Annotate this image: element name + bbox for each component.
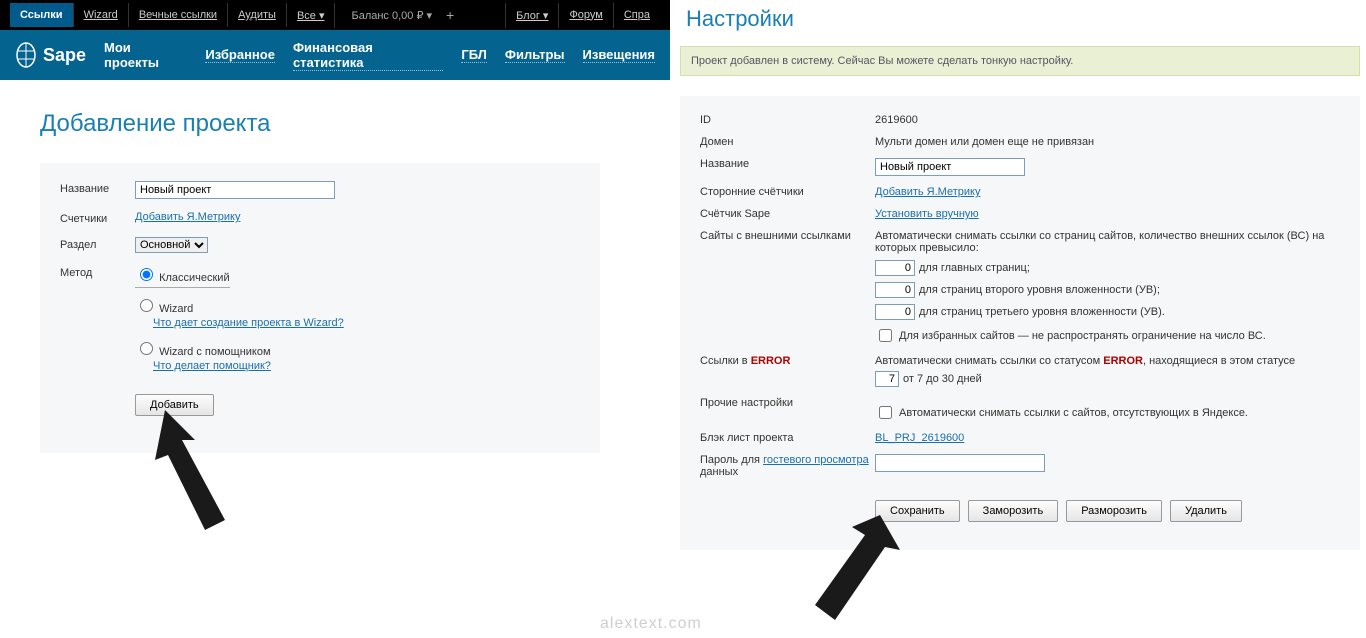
label-sape-counter: Счётчик Sape (700, 208, 875, 220)
label-ext-counters: Сторонние счётчики (700, 186, 875, 198)
label-domain: Домен (700, 136, 875, 148)
label-section: Раздел (60, 237, 135, 251)
balance-display[interactable]: Баланс 0,00 ₽ ▾ (343, 9, 440, 22)
label-id: ID (700, 114, 875, 126)
project-name-input[interactable] (135, 181, 335, 199)
label-method: Метод (60, 265, 135, 279)
label-error: Ссылки в ERROR (700, 355, 875, 367)
delete-button[interactable]: Удалить (1170, 500, 1242, 522)
ext-main-label: для главных страниц; (919, 262, 1030, 274)
radio-classic[interactable]: Классический (135, 265, 230, 284)
ext-fav-label: Для избранных сайтов — не распространять… (899, 330, 1266, 342)
topbar-blog[interactable]: Блог ▾ (505, 3, 558, 28)
ext-lvl3-input[interactable] (875, 304, 915, 320)
label-guest: Пароль для гостевого просмотра данных (700, 454, 875, 478)
ext-lvl3-label: для страниц третьего уровня вложенности … (919, 306, 1165, 318)
topbar-tab-all[interactable]: Все ▾ (287, 3, 336, 28)
freeze-button[interactable]: Заморозить (968, 500, 1059, 522)
topbar-tab-eternal[interactable]: Вечные ссылки (129, 3, 228, 27)
error-days-label: от 7 до 30 дней (903, 373, 982, 385)
watermark: alextext.com (600, 615, 702, 633)
error-days-input[interactable] (875, 371, 899, 387)
wizard-info-link[interactable]: Что дает создание проекта в Wizard? (153, 317, 580, 329)
topbar-tab-links[interactable]: Ссылки (10, 3, 74, 27)
add-balance-icon[interactable]: + (440, 7, 460, 23)
blacklist-link[interactable]: BL_PRJ_2619600 (875, 432, 964, 444)
radio-wizard-helper[interactable]: Wizard с помощником (135, 339, 580, 358)
add-metrika-link[interactable]: Добавить Я.Метрику (135, 211, 240, 223)
guest-password-input[interactable] (875, 454, 1045, 472)
ext-lvl2-label: для страниц второго уровня вложенности (… (919, 284, 1160, 296)
guest-link[interactable]: гостевого просмотра (763, 454, 869, 466)
add-metrika-link-r[interactable]: Добавить Я.Метрику (875, 186, 980, 198)
label-other: Прочие настройки (700, 397, 875, 409)
nav-gbl[interactable]: ГБЛ (461, 47, 487, 63)
error-text: Автоматически снимать ссылки со статусом… (875, 355, 1295, 367)
ext-lvl2-input[interactable] (875, 282, 915, 298)
nav-my-projects[interactable]: Мои проекты (104, 40, 187, 70)
logo-icon (15, 42, 37, 68)
arrow-icon (150, 400, 250, 543)
topbar-forum[interactable]: Форум (558, 3, 612, 28)
logo[interactable]: Sape (15, 42, 86, 68)
label-blacklist: Блэк лист проекта (700, 432, 875, 444)
label-ext-sites: Сайты с внешними ссылками (700, 230, 875, 242)
arrow-icon (770, 505, 910, 638)
top-bar: Ссылки Wizard Вечные ссылки Аудиты Все ▾… (0, 0, 670, 30)
label-name-r: Название (700, 158, 875, 170)
ext-sites-text: Автоматически снимать ссылки со страниц … (875, 230, 1340, 254)
sape-counter-link[interactable]: Установить вручную (875, 208, 979, 220)
value-domain: Мульти домен или домен еще не привязан (875, 136, 1340, 148)
section-select[interactable]: Основной (135, 237, 208, 253)
nav-favorites[interactable]: Избранное (205, 47, 275, 63)
radio-wizard[interactable]: Wizard (135, 296, 580, 315)
nav-finstats[interactable]: Финансовая статистика (293, 40, 443, 71)
ext-main-input[interactable] (875, 260, 915, 276)
settings-title: Настройки (686, 6, 1360, 32)
topbar-tab-wizard[interactable]: Wizard (74, 3, 129, 27)
settings-form: ID 2619600 Домен Мульти домен или домен … (680, 96, 1360, 550)
nav-filters[interactable]: Фильтры (505, 47, 565, 63)
label-counters: Счетчики (60, 211, 135, 225)
other-chk-label: Автоматически снимать ссылки с сайтов, о… (899, 407, 1248, 419)
nav-notifications[interactable]: Извещения (583, 47, 655, 63)
unfreeze-button[interactable]: Разморозить (1066, 500, 1162, 522)
other-checkbox[interactable] (879, 406, 892, 419)
topbar-tab-audits[interactable]: Аудиты (228, 3, 287, 27)
settings-name-input[interactable] (875, 158, 1025, 176)
brand-text: Sape (43, 45, 86, 66)
topbar-help[interactable]: Спра (613, 3, 660, 28)
label-name: Название (60, 181, 135, 195)
success-notice: Проект добавлен в систему. Сейчас Вы мож… (680, 46, 1360, 76)
main-nav: Sape Мои проекты Избранное Финансовая ст… (0, 30, 670, 80)
page-title: Добавление проекта (40, 110, 630, 138)
add-project-form: Название Счетчики Добавить Я.Метрику Раз… (40, 163, 600, 453)
ext-fav-checkbox[interactable] (879, 329, 892, 342)
value-id: 2619600 (875, 114, 1340, 126)
helper-info-link[interactable]: Что делает помощник? (153, 360, 580, 372)
